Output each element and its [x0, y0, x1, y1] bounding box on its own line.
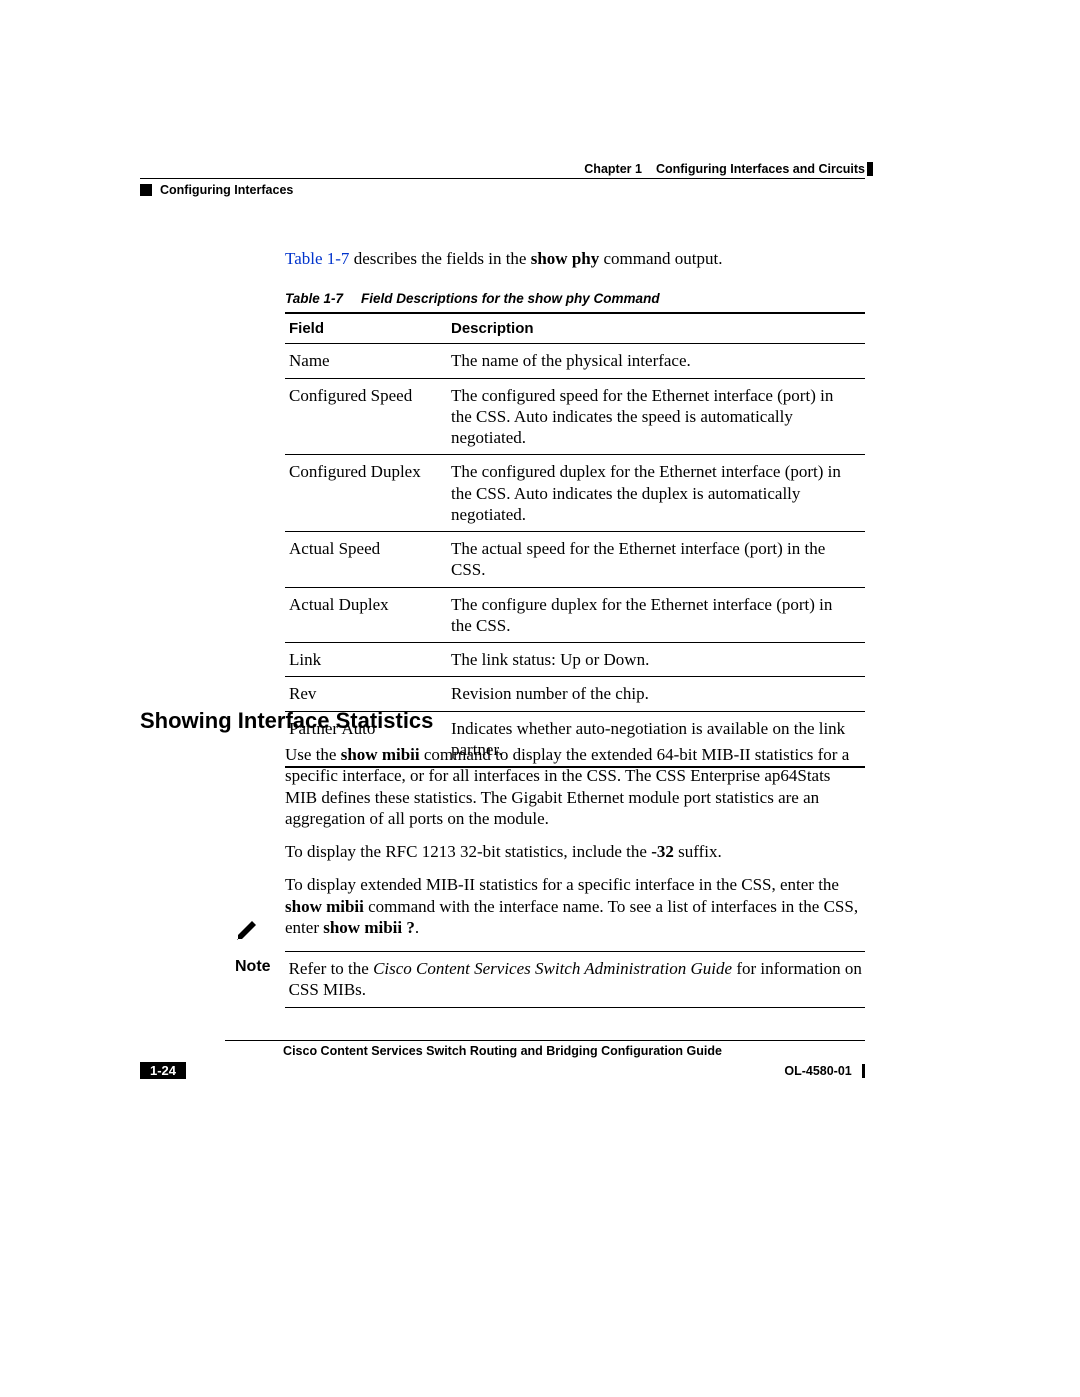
col-header-field: Field [285, 313, 447, 344]
table-caption: Table 1-7 Field Descriptions for the show… [285, 291, 865, 306]
header-end-marker [867, 162, 873, 176]
pencil-icon [235, 918, 261, 940]
book-title: Cisco Content Services Switch Routing an… [140, 1044, 865, 1058]
book-reference: Cisco Content Services Switch Administra… [373, 959, 732, 978]
section-title: Configuring Interfaces [160, 183, 293, 197]
table-row: Actual SpeedThe actual speed for the Eth… [285, 532, 865, 588]
command-suffix: -32 [651, 842, 674, 861]
table-row: Configured DuplexThe configured duplex f… [285, 455, 865, 532]
table-row: Actual DuplexThe configure duplex for th… [285, 587, 865, 643]
paragraph: To display the RFC 1213 32-bit statistic… [285, 841, 865, 862]
command-name: show mibii [341, 745, 420, 764]
note-text: Refer to the Cisco Content Services Swit… [289, 958, 865, 1001]
note-rule-top [285, 951, 865, 952]
page-footer: Cisco Content Services Switch Routing an… [140, 1040, 865, 1080]
page-number: 1-24 [140, 1062, 186, 1079]
note-rule-bottom [285, 1007, 865, 1008]
col-header-description: Description [447, 313, 865, 344]
table-row: Configured SpeedThe configured speed for… [285, 378, 865, 455]
footer-end-marker [862, 1064, 865, 1078]
table-row: RevRevision number of the chip. [285, 677, 865, 711]
section-marker-icon [140, 184, 152, 196]
field-descriptions-table: Field Description NameThe name of the ph… [285, 312, 865, 768]
table-row: LinkThe link status: Up or Down. [285, 643, 865, 677]
paragraph: Use the show mibii command to display th… [285, 744, 865, 829]
table-cross-ref-link[interactable]: Table 1-7 [285, 249, 349, 268]
table-number: Table 1-7 [285, 291, 343, 306]
section-heading: Showing Interface Statistics [140, 708, 433, 734]
chapter-header: Chapter 1 Configuring Interfaces and Circ… [140, 162, 865, 176]
table-row: NameThe name of the physical interface. [285, 344, 865, 378]
footer-rule [225, 1040, 865, 1041]
chapter-title: Configuring Interfaces and Circuits [656, 162, 865, 176]
intro-paragraph: Table 1-7 describes the fields in the sh… [285, 248, 865, 269]
chapter-number: Chapter 1 [584, 162, 642, 176]
command-name: show phy [531, 249, 600, 268]
header-rule [140, 178, 865, 179]
note-block: Note Refer to the Cisco Content Services… [235, 918, 865, 1014]
section-header: Configuring Interfaces [140, 183, 865, 197]
document-id: OL-4580-01 [784, 1064, 851, 1078]
command-name: show mibii [285, 897, 364, 916]
table-title: Field Descriptions for the show phy Comm… [361, 291, 660, 306]
note-label: Note [235, 958, 271, 976]
